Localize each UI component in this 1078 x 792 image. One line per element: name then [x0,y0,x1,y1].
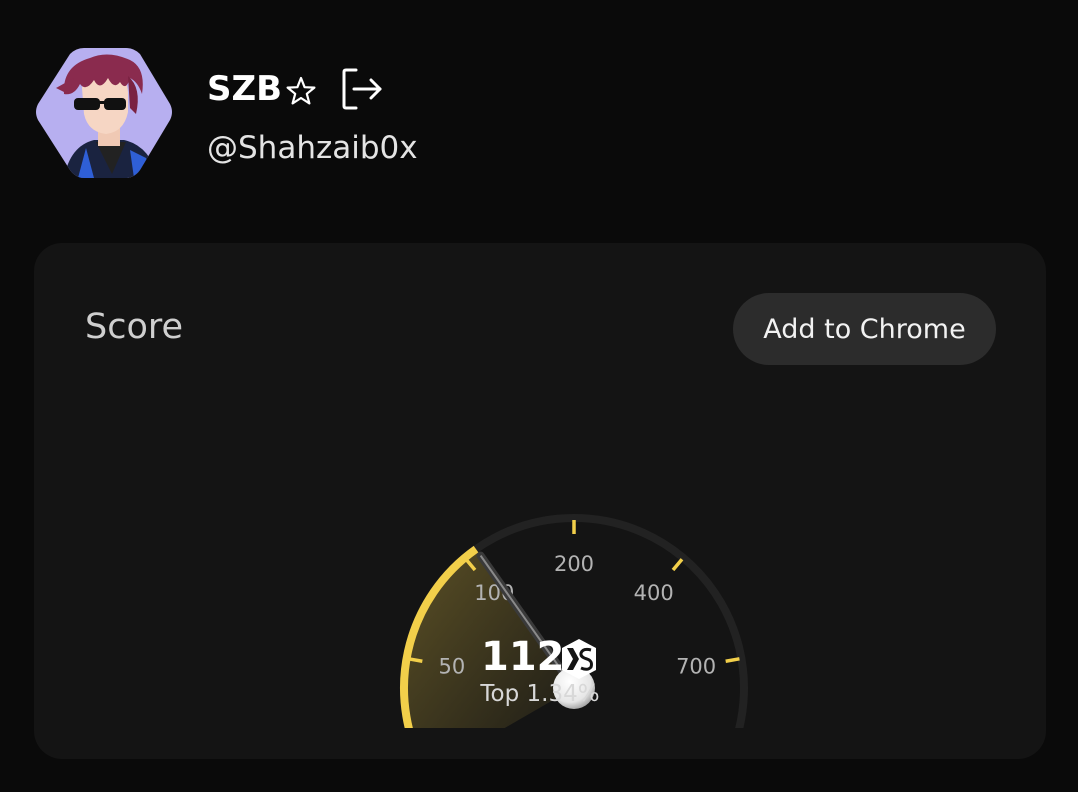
logout-icon[interactable] [340,66,386,112]
user-name: SZB [207,69,283,109]
gauge-tick [671,558,684,572]
gauge-tick-label: 400 [634,581,674,605]
gauge-tick [725,657,740,663]
user-handle: @Shahzaib0x [207,130,418,166]
star-icon[interactable] [284,74,318,108]
add-to-chrome-button[interactable]: Add to Chrome [733,293,996,365]
gauge-tick-label: 700 [676,654,716,678]
avatar[interactable] [34,48,174,178]
xs-logo-icon [562,639,596,679]
avatar-illustration-icon [36,48,172,178]
gauge-tick-label: 200 [554,552,594,576]
score-card: Score Add to Chrome 0501002004007001000 … [34,243,1046,759]
score-value: 112 [481,634,565,680]
profile-header: SZB @Shahzaib0x [0,0,1078,210]
gauge-tick-label: 50 [439,654,466,678]
gauge-tick [408,657,423,663]
score-title: Score [85,307,184,347]
score-rank: Top 1.34% [480,681,600,707]
